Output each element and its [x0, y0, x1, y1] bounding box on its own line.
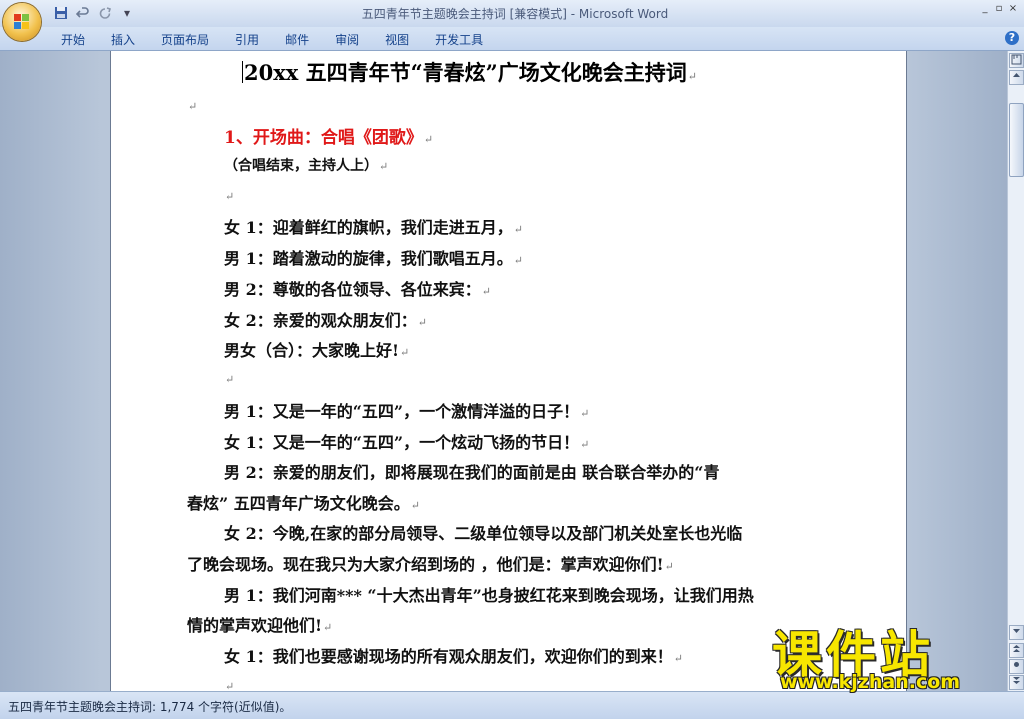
site-watermark: 课件站 www.kjzhan.com	[772, 615, 1012, 693]
tab-page-layout[interactable]: 页面布局	[148, 29, 222, 50]
double-arrow-up-icon	[1013, 645, 1020, 652]
customize-qat-button[interactable]: ▾	[118, 4, 136, 22]
paragraph-line: 女 2：今晚,在家的部分局领导、二级单位领导以及部门机关处室长也光临	[224, 524, 743, 543]
word-count-status[interactable]: 五四青年节主题晚会主持词: 1,774 个字符(近似值)。	[8, 698, 291, 715]
scroll-up-button[interactable]	[1009, 70, 1024, 85]
ribbon-tabs: 开始 插入 页面布局 引用 邮件 审阅 视图 开发工具	[48, 29, 496, 50]
paragraph-line: ↵	[225, 373, 235, 386]
tab-review[interactable]: 审阅	[322, 29, 372, 50]
paragraph-line: 女 1：迎着鲜红的旗帜，我们走进五月，↵	[224, 218, 523, 237]
help-icon[interactable]: ?	[1005, 31, 1019, 45]
undo-button[interactable]	[74, 4, 92, 22]
ruler-icon	[1011, 54, 1022, 65]
paragraph-line: 男 1：踏着激动的旋律，我们歌唱五月。↵	[224, 249, 523, 268]
document-page[interactable]: 20xx 五四青年节“青春炫”广场文化晚会主持词↵ ↵ 1、开场曲：合唱《团歌》…	[110, 51, 907, 691]
office-button[interactable]	[3, 3, 41, 41]
paragraph-line: 女 1：我们也要感谢现场的所有观众朋友们，欢迎你们的到来！↵	[224, 647, 683, 666]
paragraph-line: 男 2：亲爱的朋友们，即将展现在我们的面前是由 联合联合举办的“青	[224, 463, 720, 482]
vertical-scrollbar[interactable]	[1007, 51, 1024, 691]
document-workspace: 20xx 五四青年节“青春炫”广场文化晚会主持词↵ ↵ 1、开场曲：合唱《团歌》…	[0, 51, 1007, 691]
window-controls: _ ▫ ×	[978, 2, 1020, 16]
undo-icon	[76, 7, 89, 18]
save-icon	[55, 7, 67, 19]
redo-icon	[99, 7, 112, 19]
status-bar: 五四青年节主题晚会主持词: 1,774 个字符(近似值)。	[0, 691, 1024, 719]
paragraph-line: 男 1：又是一年的“五四”，一个激情洋溢的日子！↵	[224, 402, 590, 421]
office-logo-icon	[14, 14, 30, 30]
tab-insert[interactable]: 插入	[98, 29, 148, 50]
restore-button[interactable]: ▫	[992, 2, 1006, 16]
paragraph-line: ↵	[225, 190, 235, 203]
paragraph-line: 男女（合）：大家晚上好!↵	[224, 341, 410, 360]
close-button[interactable]: ×	[1006, 2, 1020, 16]
paragraph-line: 春炫” 五四青年广场文化晚会。↵	[187, 494, 420, 513]
title-bar: ▾ 五四青年节主题晚会主持词 [兼容模式] - Microsoft Word _…	[0, 0, 1024, 27]
tab-references[interactable]: 引用	[222, 29, 272, 50]
paragraph-line: ↵	[188, 100, 198, 113]
tab-developer[interactable]: 开发工具	[422, 29, 496, 50]
arrow-up-icon	[1013, 73, 1020, 77]
arrow-down-icon	[1013, 629, 1020, 633]
tab-home[interactable]: 开始	[48, 29, 98, 50]
ruler-toggle-button[interactable]	[1009, 53, 1024, 68]
window-title: 五四青年节主题晚会主持词 [兼容模式] - Microsoft Word	[361, 7, 669, 21]
tab-view[interactable]: 视图	[372, 29, 422, 50]
quick-access-toolbar: ▾	[52, 4, 136, 22]
double-arrow-down-icon	[1013, 677, 1020, 684]
paragraph-line: 情的掌声欢迎他们!↵	[187, 616, 333, 635]
stage-direction: （合唱结束，主持人上）↵	[224, 158, 389, 174]
section-heading: 1、开场曲：合唱《团歌》↵	[224, 128, 434, 148]
tab-mailings[interactable]: 邮件	[272, 29, 322, 50]
redo-button[interactable]	[96, 4, 114, 22]
paragraph-line: 男 1：我们河南*** “十大杰出青年”也身披红花来到晚会现场，让我们用热	[224, 586, 754, 605]
paragraph-line: 女 2：亲爱的观众朋友们：↵	[224, 311, 427, 330]
paragraph-line: 男 2：尊敬的各位领导、各位来宾：↵	[224, 280, 491, 299]
scroll-thumb[interactable]	[1009, 103, 1024, 177]
minimize-button[interactable]: _	[978, 2, 992, 16]
paragraph-line: 女 1：又是一年的“五四”，一个炫动飞扬的节日！↵	[224, 433, 590, 452]
save-button[interactable]	[52, 4, 70, 22]
document-title: 20xx 五四青年节“青春炫”广场文化晚会主持词↵	[242, 60, 697, 85]
ribbon-tab-bar: 开始 插入 页面布局 引用 邮件 审阅 视图 开发工具 ?	[0, 27, 1024, 51]
paragraph-line: ↵	[225, 680, 235, 691]
watermark-url: www.kjzhan.com	[780, 671, 961, 693]
browse-object-icon	[1014, 662, 1019, 667]
text-cursor	[242, 61, 243, 83]
paragraph-line: 了晚会现场。现在我只为大家介绍到场的 ，他们是：掌声欢迎你们!↵	[187, 555, 674, 574]
